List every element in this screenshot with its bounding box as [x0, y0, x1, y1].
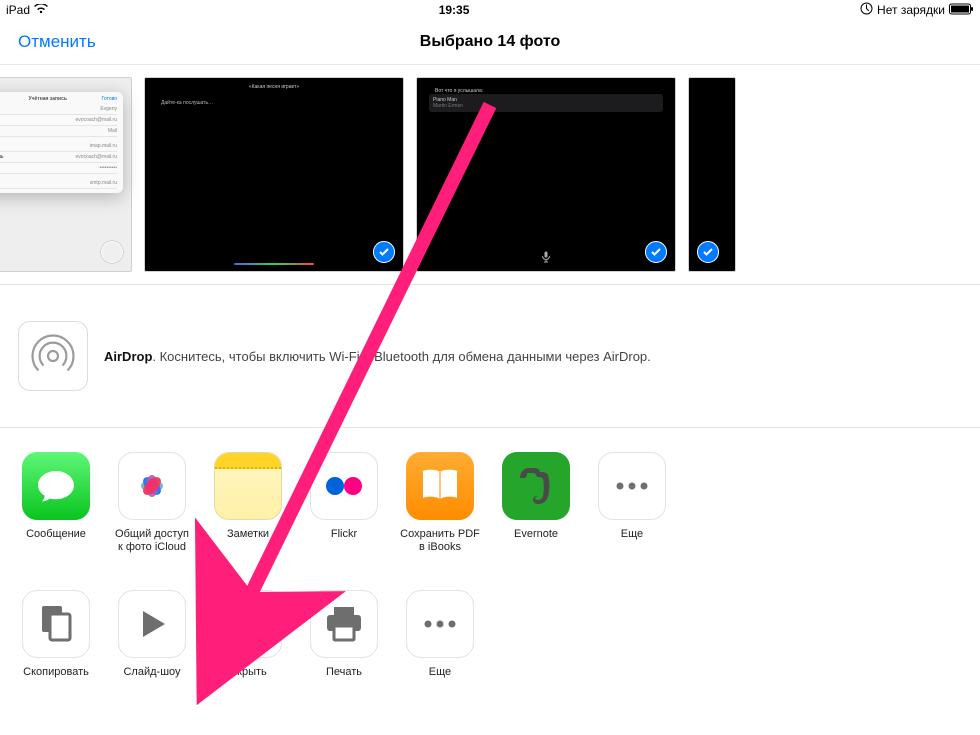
more-icon	[598, 452, 666, 520]
action-copy[interactable]: Скопировать	[16, 590, 96, 694]
photos-icon	[118, 452, 186, 520]
share-messages[interactable]: Сообщение	[16, 452, 96, 556]
clock: 19:35	[439, 3, 470, 17]
select-badge[interactable]	[645, 241, 667, 263]
share-notes[interactable]: Заметки	[208, 452, 288, 556]
action-print[interactable]: Печать	[304, 590, 384, 694]
action-more[interactable]: Еще	[400, 590, 480, 694]
share-ibooks[interactable]: Сохранить PDF в iBooks	[400, 452, 480, 556]
evernote-icon	[502, 452, 570, 520]
not-charging-icon	[860, 2, 873, 18]
action-slideshow[interactable]: Слайд-шоу	[112, 590, 192, 694]
photo-thumb[interactable]: Настройки Основные Обои Звуки Пароль Кон…	[0, 77, 132, 272]
photo-thumbnails: Настройки Основные Обои Звуки Пароль Кон…	[0, 64, 980, 285]
action-row: Скопировать Слайд-шоу Скрыть Печать	[8, 582, 972, 694]
messages-icon	[22, 452, 90, 520]
share-icloud-photo[interactable]: Общий доступ к фото iCloud	[112, 452, 192, 556]
action-hide[interactable]: Скрыть	[208, 590, 288, 694]
page-title: Выбрано 14 фото	[420, 33, 560, 51]
photo-thumb[interactable]: «Какая песня играет» Дайте-ка послушать…	[144, 77, 404, 272]
copy-icon	[22, 590, 90, 658]
more-icon	[406, 590, 474, 658]
mic-icon	[541, 251, 551, 265]
hide-icon	[214, 590, 282, 658]
airdrop-section[interactable]: AirDrop. Коснитесь, чтобы включить Wi-Fi…	[0, 285, 980, 428]
select-badge[interactable]	[101, 241, 123, 263]
photo-thumb[interactable]: Вот что я услышала: Piano Man Martin Erm…	[416, 77, 676, 272]
select-badge[interactable]	[373, 241, 395, 263]
charging-text: Нет зарядки	[877, 3, 945, 17]
share-apps-row: Сообщение Общий досту	[8, 444, 972, 556]
airdrop-icon	[18, 321, 88, 391]
play-icon	[118, 590, 186, 658]
notes-icon	[214, 452, 282, 520]
status-bar: iPad 19:35 Нет зарядки	[0, 0, 980, 20]
airdrop-text: AirDrop. Коснитесь, чтобы включить Wi-Fi…	[104, 349, 651, 364]
photo-thumb[interactable]	[688, 77, 736, 272]
print-icon	[310, 590, 378, 658]
share-evernote[interactable]: Evernote	[496, 452, 576, 556]
device-label: iPad	[6, 3, 30, 17]
battery-icon	[949, 3, 974, 18]
flickr-icon	[310, 452, 378, 520]
share-more[interactable]: Еще	[592, 452, 672, 556]
share-flickr[interactable]: Flickr	[304, 452, 384, 556]
select-badge[interactable]	[697, 241, 719, 263]
wifi-icon	[34, 3, 48, 17]
nav-bar: Отменить Выбрано 14 фото	[0, 20, 980, 64]
ibooks-icon	[406, 452, 474, 520]
cancel-button[interactable]: Отменить	[18, 32, 96, 52]
